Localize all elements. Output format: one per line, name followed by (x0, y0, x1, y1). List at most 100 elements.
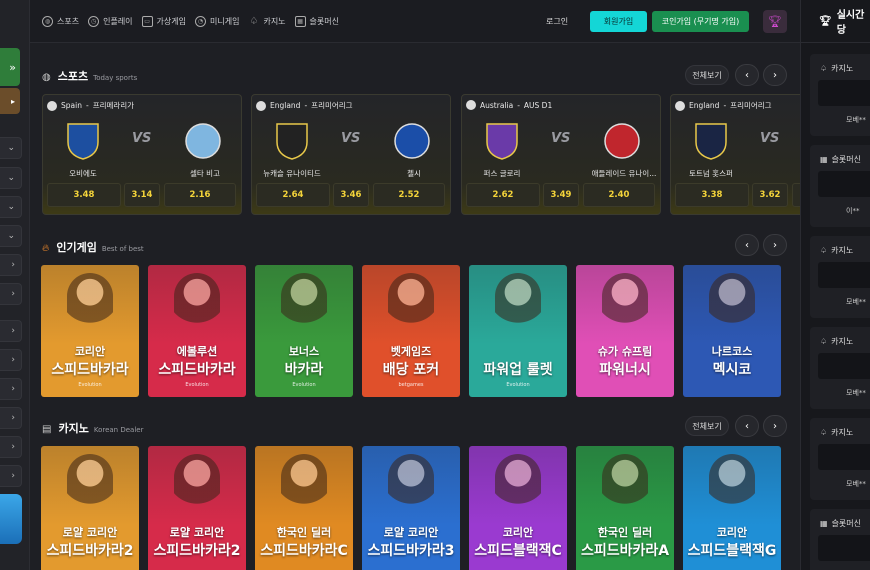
game-tile[interactable]: 코리안 스피드블랙잭G (683, 446, 781, 570)
login-link[interactable]: 로그인 (546, 16, 568, 27)
sidebar-item[interactable]: › (0, 407, 22, 429)
top-header: ◍ 스포츠 ◷ 인플레이 ▭ 가상게임 ◔ 미니게임 ♤ 카지노 ▦ 슬롯머신 로그인 회원… (30, 0, 800, 43)
odds-button[interactable]: 3.38 (675, 183, 749, 207)
casino-prev-button[interactable]: ‹ (735, 415, 759, 437)
sidebar-item[interactable]: ⌄ (0, 167, 22, 189)
game-tile[interactable]: 한국인 딜러 스피드바카라C (255, 446, 353, 570)
game-title-line2: 바카라 (284, 362, 324, 378)
nav-minigame[interactable]: ◔ 미니게임 (195, 15, 239, 27)
game-tile[interactable]: 슈가 슈프림 파워너시 (576, 265, 674, 397)
popular-next-button[interactable]: › (763, 234, 787, 256)
sidebar-item[interactable]: ⌄ (0, 137, 22, 159)
chevron-right-icon: › (773, 420, 777, 432)
odds-button[interactable]: 2.16 (164, 183, 236, 207)
nav-sports[interactable]: ◍ 스포츠 (42, 15, 79, 27)
signup-button[interactable]: 회원가입 (590, 11, 647, 32)
odds-button[interactable]: 3.14 (124, 183, 160, 207)
chevron-left-icon: ‹ (745, 239, 749, 251)
live-bet-card: ▦ 슬롯머신 이** (810, 145, 870, 227)
provider-logo: Evolution (78, 382, 102, 388)
live-bet-type-label: 카지노 (831, 64, 854, 73)
live-bet-card: ▦ 슬롯머신 (810, 509, 870, 570)
match-card[interactable]: Australia - AUS D1 VS 퍼스 글로리 애들레이드 유나이... 2.62… (461, 94, 661, 215)
trophy-button[interactable]: 🏆︎ (763, 10, 787, 33)
game-tile[interactable]: 파워업 룰렛 Evolution (469, 265, 567, 397)
casino-section-title: ▤ 카지노 Korean Dealer (42, 420, 143, 436)
provider-logo: betgames (398, 382, 424, 388)
game-tile[interactable]: 코리안 스피드바카라 Evolution (41, 265, 139, 397)
match-card[interactable]: England - 프리미어리그 VS 뉴캐슬 유나이티드 첼시 2.64 3.46 2.52 (251, 94, 451, 215)
game-tile[interactable]: 에볼루션 스피드바카라 Evolution (148, 265, 246, 397)
odds-button[interactable]: 2.52 (373, 183, 445, 207)
live-bet-card: ♤ 카지노 모베** (810, 327, 870, 409)
game-tile[interactable]: 나르코스 멕시코 (683, 265, 781, 397)
vs-label: VS (341, 131, 361, 146)
stopwatch-icon: ◷ (88, 15, 100, 27)
nav-slot[interactable]: ▦ 슬롯머신 (294, 15, 339, 27)
game-title-line1: 나르코스 (711, 345, 753, 358)
popular-prev-button[interactable]: ‹ (735, 234, 759, 256)
sports-view-all-button[interactable]: 전체보기 (685, 65, 729, 85)
sports-next-button[interactable]: › (763, 64, 787, 86)
slot-icon: ▦ (294, 15, 306, 27)
odds-button[interactable]: 3.46 (333, 183, 369, 207)
sidebar-item[interactable]: › (0, 378, 22, 400)
match-league: Spain - 프리메라리가 (47, 100, 134, 111)
game-tile[interactable]: 벳게임즈 배당 포커 betgames (362, 265, 460, 397)
sidebar-item[interactable]: › (0, 349, 22, 371)
live-bet-type-label: 슬롯머신 (831, 519, 862, 528)
sidebar-item[interactable]: › (0, 283, 22, 305)
match-card[interactable]: England - 프리미어리그 VS 토트넘 홋스퍼 3.38 3.62 (670, 94, 800, 215)
odds-button[interactable]: 3.62 (752, 183, 788, 207)
odds-button[interactable]: 2.64 (256, 183, 330, 207)
casino-view-all-button[interactable]: 전체보기 (685, 416, 729, 436)
sidebar-banner[interactable] (0, 494, 22, 544)
live-bet-type: ▦ 슬롯머신 (820, 518, 861, 529)
section-subtitle: Today sports (93, 74, 138, 82)
odds-button[interactable]: 3.49 (543, 183, 579, 207)
sidebar-promo-button[interactable]: ▸ (0, 88, 20, 114)
dealer-portrait (388, 273, 434, 337)
game-tile[interactable]: 보너스 바카라 Evolution (255, 265, 353, 397)
game-title-line2: 스피드바카라2 (46, 543, 134, 559)
coin-signup-button[interactable]: 코인가입 (무기명 가입) (652, 11, 749, 32)
dealer-portrait (174, 273, 220, 337)
nav-virtual[interactable]: ▭ 가상게임 (141, 15, 186, 27)
sports-prev-button[interactable]: ‹ (735, 64, 759, 86)
nav-inplay[interactable]: ◷ 인플레이 (88, 15, 133, 27)
live-bet-amount-box (818, 353, 870, 379)
live-bet-type: ♤ 카지노 (820, 427, 853, 438)
game-tile[interactable]: 한국인 딜러 스피드바카라A (576, 446, 674, 570)
section-subtitle: Korean Dealer (93, 426, 144, 434)
odds-button[interactable]: 2.62 (466, 183, 540, 207)
sidebar-item[interactable]: › (0, 320, 22, 342)
game-tile[interactable]: 로얄 코리안 스피드바카라3 (362, 446, 460, 570)
game-tile[interactable]: 코리안 스피드블랙잭C (469, 446, 567, 570)
odds-button[interactable]: 3.48 (47, 183, 121, 207)
sidebar-item[interactable]: › (0, 254, 22, 276)
odds-button[interactable]: 2.40 (583, 183, 655, 207)
league-separator: - (85, 101, 89, 110)
nav-casino[interactable]: ♤ 카지노 (248, 16, 285, 27)
soccer-ball-icon (47, 100, 57, 111)
live-bet-type: ♤ 카지노 (820, 245, 853, 256)
spade-icon: ♤ (820, 337, 828, 346)
sidebar-item[interactable]: › (0, 436, 22, 458)
provider-logo: Evolution (185, 382, 209, 388)
game-title-line2: 스피드바카라3 (367, 543, 455, 559)
dealer-portrait (602, 273, 648, 337)
match-card[interactable]: Spain - 프리메라리가 VS 오비에도 셀타 비고 3.48 3.14 2.16 (42, 94, 242, 215)
dealer-portrait (709, 273, 755, 337)
game-tile[interactable]: 로얄 코리안 스피드바카라2 (148, 446, 246, 570)
section-title: 카지노 (58, 422, 89, 435)
sidebar-item[interactable]: › (0, 465, 22, 487)
odds-button[interactable] (792, 183, 800, 207)
main-content: ◍ 스포츠 Today sports 전체보기 ‹ › Spain - 프리메라리가… (30, 43, 800, 570)
casino-next-button[interactable]: › (763, 415, 787, 437)
nav-label: 카지노 (263, 16, 286, 26)
expand-sidebar-button[interactable]: » (0, 48, 20, 86)
sidebar-item[interactable]: ⌄ (0, 196, 22, 218)
match-league: Australia - AUS D1 (466, 100, 552, 110)
sidebar-item[interactable]: ⌄ (0, 225, 22, 247)
game-tile[interactable]: 로얄 코리안 스피드바카라2 (41, 446, 139, 570)
